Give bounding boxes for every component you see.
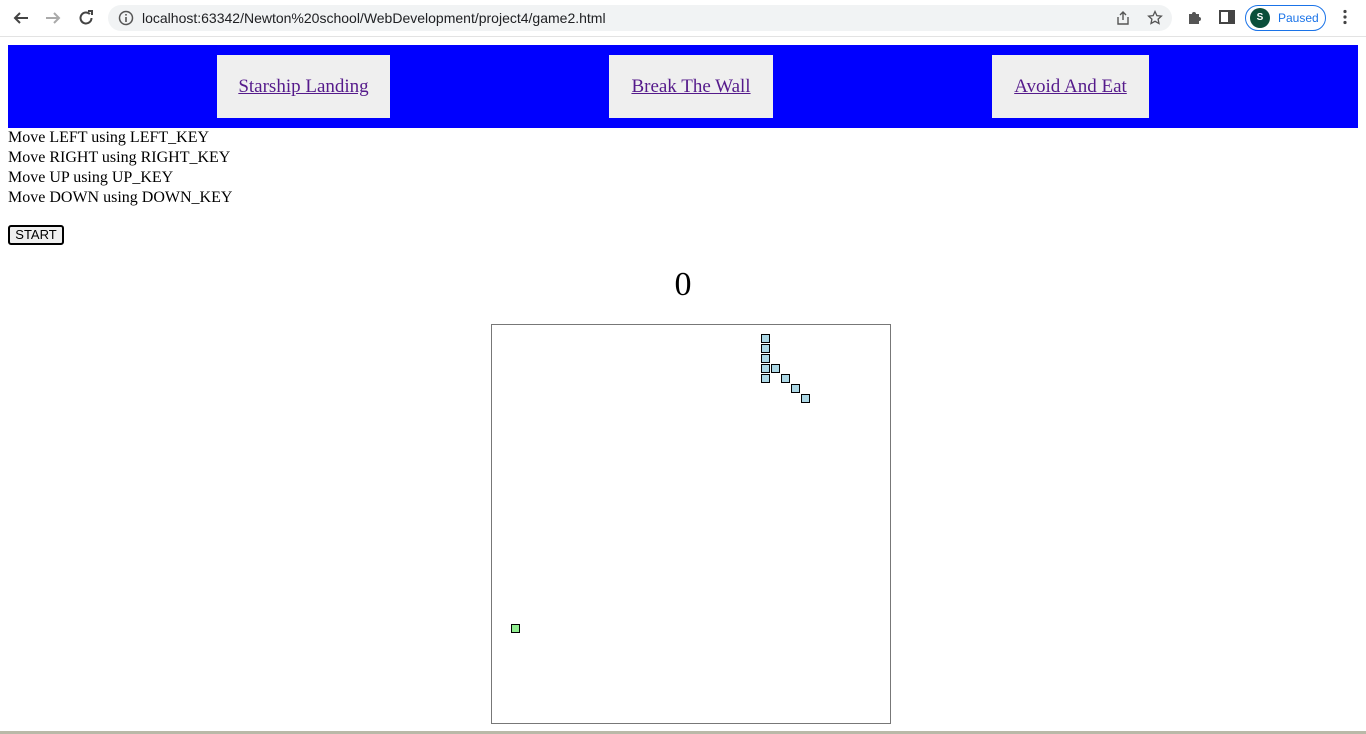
instruction-down: Move DOWN using DOWN_KEY xyxy=(8,189,233,206)
avatar: S xyxy=(1250,8,1270,28)
snake-segment xyxy=(771,364,780,373)
profile-button[interactable]: S Paused xyxy=(1245,5,1326,31)
url-text[interactable]: localhost:63342/Newton%20school/WebDevel… xyxy=(142,5,606,31)
nav-item-break-the-wall: Break The Wall xyxy=(609,55,773,118)
game-navbar: Starship Landing Break The Wall Avoid An… xyxy=(8,45,1358,128)
instructions: Move LEFT using LEFT_KEY Move RIGHT usin… xyxy=(8,128,232,208)
back-arrow-icon[interactable] xyxy=(9,6,33,30)
instruction-left: Move LEFT using LEFT_KEY xyxy=(8,129,210,146)
nav-item-starship-landing: Starship Landing xyxy=(217,55,390,118)
link-avoid-and-eat[interactable]: Avoid And Eat xyxy=(1014,76,1127,98)
nav-item-avoid-and-eat: Avoid And Eat xyxy=(992,55,1149,118)
profile-status: Paused xyxy=(1278,11,1319,25)
food-item xyxy=(511,624,520,633)
link-break-the-wall[interactable]: Break The Wall xyxy=(631,76,750,98)
side-panel-icon[interactable] xyxy=(1218,8,1236,26)
snake-segment xyxy=(791,384,800,393)
bookmark-star-icon[interactable] xyxy=(1147,10,1163,26)
snake-segment xyxy=(761,374,770,383)
snake-segment xyxy=(761,354,770,363)
instruction-right: Move RIGHT using RIGHT_KEY xyxy=(8,149,231,166)
link-starship-landing[interactable]: Starship Landing xyxy=(238,76,368,98)
more-menu-icon[interactable] xyxy=(1336,8,1354,26)
game-board[interactable] xyxy=(491,324,891,724)
forward-arrow-icon[interactable] xyxy=(41,6,65,30)
extensions-puzzle-icon[interactable] xyxy=(1186,8,1204,26)
reload-icon[interactable] xyxy=(74,6,98,30)
site-info-icon[interactable] xyxy=(118,10,134,26)
snake-segment xyxy=(761,364,770,373)
address-bar[interactable]: localhost:63342/Newton%20school/WebDevel… xyxy=(108,5,1172,31)
share-icon[interactable] xyxy=(1115,10,1131,26)
snake-segment xyxy=(781,374,790,383)
start-button[interactable]: START xyxy=(8,225,64,245)
snake-segment xyxy=(761,344,770,353)
snake-head xyxy=(801,394,810,403)
score-display: 0 xyxy=(674,266,692,303)
browser-toolbar: localhost:63342/Newton%20school/WebDevel… xyxy=(0,0,1366,37)
snake-segment xyxy=(761,334,770,343)
instruction-up: Move UP using UP_KEY xyxy=(8,169,174,186)
